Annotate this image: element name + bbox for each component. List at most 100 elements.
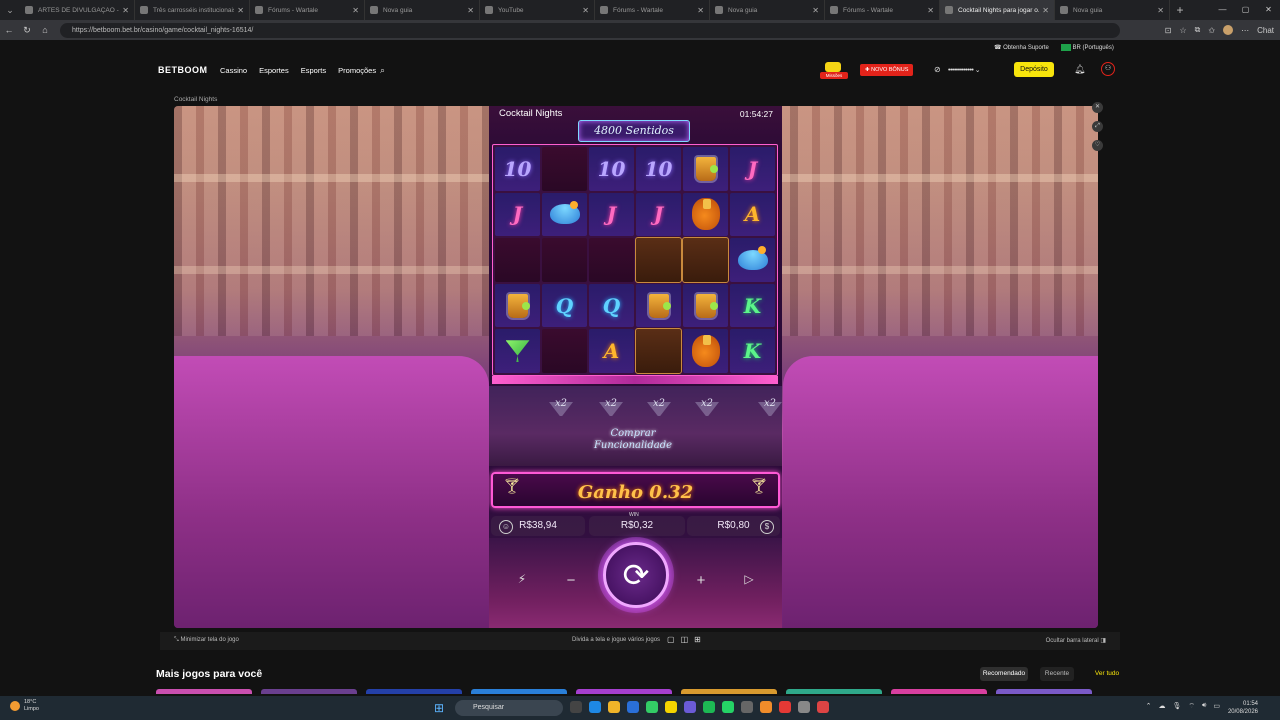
notifications-bell-icon[interactable]: 🔔︎ [1074,64,1085,75]
tab-close-icon[interactable]: ✕ [122,6,129,15]
balance-masked[interactable]: ••••••••••••• ⌄ [948,66,981,74]
layout-double-icon[interactable]: ◫ [681,635,689,644]
sheets-icon[interactable] [646,701,658,713]
extensions-icon[interactable]: ⧉ [1195,25,1201,35]
close-game-icon[interactable]: ✕ [1092,102,1103,113]
game-thumbnail[interactable] [261,689,357,694]
profile-avatar[interactable] [1223,25,1234,35]
home-icon[interactable]: ⌂ [36,25,54,35]
tab-close-icon[interactable]: ✕ [927,6,934,15]
browser-tab[interactable]: Fórums - Wartale ✕ [595,0,710,20]
layout-single-icon[interactable]: ▢ [667,635,675,644]
game-thumbnail[interactable] [471,689,567,694]
app-icon[interactable] [798,701,810,713]
wifi-icon[interactable]: ⌔ [1188,702,1195,711]
decrease-bet-button[interactable]: − [561,572,581,589]
tab-close-icon[interactable]: ✕ [812,6,819,15]
nav-promocoes[interactable]: Promoções [338,66,376,75]
nav-cassino[interactable]: Cassino [220,66,247,75]
browser-tab[interactable]: Nova guia ✕ [710,0,825,20]
tab-close-icon[interactable]: ✕ [1157,6,1164,15]
new-bonus-button[interactable]: ✚ NOVO BÔNUS [860,64,914,76]
browser-tab[interactable]: ARTES DE DIVULGAÇÃO - Google✕ [20,0,135,20]
missions-button[interactable]: Missões [820,62,848,79]
store-icon[interactable] [627,701,639,713]
spotify-icon[interactable] [703,701,715,713]
whatsapp-icon[interactable] [722,701,734,713]
tab-recent[interactable]: Recente [1040,667,1074,681]
star-icon[interactable]: ☆ [1180,26,1187,35]
autoplay-icon[interactable]: ▷ [739,572,759,586]
browser-tab[interactable]: YouTube ✕ [480,0,595,20]
game-thumbnail[interactable] [996,689,1092,694]
turbo-off-icon[interactable]: ⚡︎ [512,572,532,586]
tray-chevron-icon[interactable]: ⌃ [1146,702,1152,711]
browser-tab[interactable]: Nova guia ✕ [1055,0,1170,20]
browser-tab[interactable]: Cocktail Nights para jogar o... ✕ [940,0,1055,20]
spin-button[interactable]: ⟳ [603,542,669,608]
tab-close-icon[interactable]: ✕ [582,6,589,15]
game-thumbnail[interactable] [366,689,462,694]
tab-search-icon[interactable]: ⌄ [0,0,20,20]
support-link[interactable]: ☎ Obtenha Suporte [994,44,1049,51]
file-explorer-icon[interactable] [608,701,620,713]
game-thumbnail[interactable] [786,689,882,694]
minimize-game-button[interactable]: ⤡ Minimizar tela do jogo [174,637,239,644]
hide-sidebar-button[interactable]: Ocultar barra lateral ◨ [1046,637,1106,644]
bet-display[interactable]: R$0,80 $ [687,516,780,536]
increase-bet-button[interactable]: + [691,572,711,589]
tab-recommended[interactable]: Recomendado [980,667,1028,681]
tab-close-icon[interactable]: ✕ [237,6,244,15]
site-logo[interactable]: BETBOOM [158,65,208,75]
fullscreen-icon[interactable]: ⤢ [1092,121,1103,132]
edge-icon[interactable] [589,701,601,713]
tab-close-icon[interactable]: ✕ [467,6,474,15]
game-thumbnail[interactable] [891,689,987,694]
maximize-icon[interactable]: ▢ [1234,0,1257,20]
cloud-icon[interactable]: ☁ [1158,702,1165,711]
search-icon[interactable]: ⌕ [380,65,385,76]
app-icon[interactable] [779,701,791,713]
user-profile-icon[interactable]: ⚇ [1101,62,1115,76]
back-icon[interactable]: ← [0,25,18,35]
tab-close-icon[interactable]: ✕ [697,6,704,15]
browser-tab[interactable]: Nova guia ✕ [365,0,480,20]
chat-button[interactable]: Chat [1257,26,1274,35]
app-icon[interactable] [741,701,753,713]
taskbar-clock[interactable]: 01:54 20/08/2026 [1228,700,1258,716]
see-all-link[interactable]: Ver tudo [1088,667,1126,681]
browser-tab[interactable]: Fórums - Wartale ✕ [825,0,940,20]
tab-close-icon[interactable]: ✕ [1042,6,1049,15]
hide-balance-icon[interactable]: ⊘ [934,65,941,74]
layout-quad-icon[interactable]: ⊞ [694,635,701,644]
battery-icon[interactable]: ▭ [1213,702,1220,711]
mic-icon[interactable]: 🎙︎ [1172,702,1181,711]
nav-esports[interactable]: Esports [301,66,326,75]
language-selector[interactable]: BR (Português) [1060,44,1114,51]
favorites-icon[interactable]: ✩ [1208,26,1215,35]
reload-icon[interactable]: ↻ [18,25,36,36]
browser-tab[interactable]: Três carrosséis institucionais Ver...✕ [135,0,250,20]
task-view-icon[interactable] [570,701,582,713]
new-tab-button[interactable]: + [1170,3,1190,17]
nav-esportes[interactable]: Esportes [259,66,289,75]
install-icon[interactable]: ⊡ [1165,26,1172,35]
game-thumbnail[interactable] [576,689,672,694]
deposit-button[interactable]: Depósito [1014,62,1054,77]
notes-icon[interactable] [665,701,677,713]
windows-start-icon[interactable]: ⊞ [434,701,448,715]
close-icon[interactable]: ✕ [1257,0,1280,20]
app-icon[interactable] [760,701,772,713]
chrome-icon[interactable] [817,701,829,713]
url-field[interactable]: https://betboom.bet.br/casino/game/cockt… [60,22,1120,38]
more-icon[interactable]: ⋯ [1241,26,1249,35]
browser-tab[interactable]: Fórums - Wartale ✕ [250,0,365,20]
game-thumbnail[interactable] [681,689,777,694]
favorite-heart-icon[interactable]: ♡ [1092,140,1103,151]
game-thumbnail[interactable] [156,689,252,694]
breadcrumb[interactable]: Cocktail Nights [174,96,217,103]
slot-game[interactable]: Cocktail Nights 01:54:27 4800 Sentidos 1… [489,106,782,628]
buy-feature-button[interactable]: Comprar Funcionalidade [591,428,675,462]
volume-icon[interactable]: 🔊︎ [1202,702,1206,711]
weather-widget[interactable]: 18°C Limpo [10,699,39,713]
